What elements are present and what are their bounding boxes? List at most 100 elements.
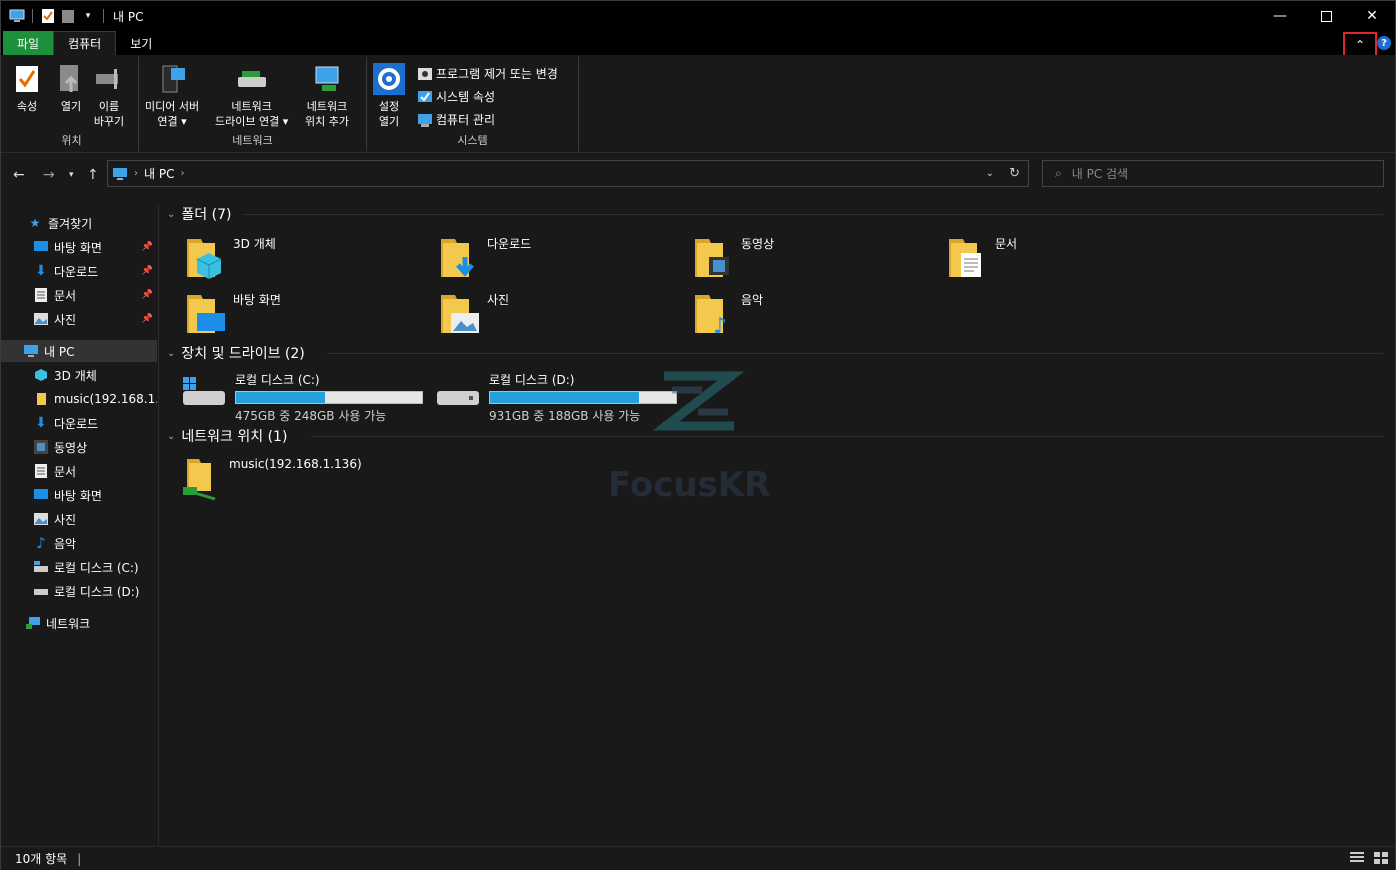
breadcrumb-this-pc[interactable]: 내 PC [144,165,174,182]
navigation-pane: ★ 즐겨찾기 바탕 화면 📌 ⬇ 다운로드 📌 문서 📌 사진 📌 내 PC 3D 개체 m… [1,204,159,846]
nav-pc-music-network[interactable]: music(192.168.1.136) [1,388,157,410]
ribbon-group-system: 설정 열기 프로그램 제거 또는 변경 시스템 속성 컴퓨터 관리 시스템 [367,57,579,151]
maximize-button[interactable] [1303,1,1349,31]
search-icon: ⌕ [1055,166,1062,180]
search-input[interactable]: ⌕ 내 PC 검색 [1042,160,1384,187]
explorer-window: ▾ 내 PC — ✕ 파일 컴퓨터 보기 ⌃ ? 속성 열기 이름 바꾸기 위치… [0,0,1396,870]
pictures-icon [33,311,49,327]
address-bar[interactable]: › 내 PC › ⌄ ↻ [107,160,1029,187]
refresh-icon[interactable]: ↻ [1009,166,1020,181]
group-header-folders[interactable]: ⌄ 폴더 (7) [167,203,231,225]
drive-icon [33,583,49,599]
nav-pc-documents[interactable]: 문서 [1,460,157,482]
ribbon: 속성 열기 이름 바꾸기 위치 미디어 서버 연결 ▾ 네트워크 드라이브 연결… [1,55,1395,153]
folder-item-desktop[interactable]: 바탕 화면 [185,291,281,337]
window-controls: — ✕ [1257,1,1395,31]
customize-dropdown-icon[interactable]: ▾ [80,8,96,24]
up-arrow-icon[interactable]: ↑ [87,167,99,183]
nav-quick-access[interactable]: ★ 즐겨찾기 [1,212,157,234]
network-location-music[interactable]: music(192.168.1.136) [181,457,362,503]
minimize-button[interactable]: — [1257,1,1303,31]
tab-file[interactable]: 파일 [3,31,54,55]
item-count: 10개 항목 [15,852,68,866]
folder-item-pictures[interactable]: 사진 [439,291,509,337]
recent-locations-chevron-icon[interactable]: ▾ [69,170,74,180]
group-header-network-locations[interactable]: ⌄ 네트워크 위치 (1) [167,425,287,447]
nav-pc-pictures[interactable]: 사진 [1,508,157,530]
nav-pc-desktop[interactable]: 바탕 화면 [1,484,157,506]
forward-arrow-icon[interactable]: → [43,167,55,183]
new-folder-icon[interactable] [60,8,76,24]
nav-pc-videos[interactable]: 동영상 [1,436,157,458]
open-button[interactable]: 열기 [55,63,87,114]
computer-management-button[interactable]: 컴퓨터 관리 [417,111,495,128]
3d-objects-icon [33,367,49,383]
computer-management-icon [418,113,432,127]
computer-icon[interactable] [9,8,25,24]
folder-item-downloads[interactable]: 다운로드 [439,235,531,281]
nav-quick-desktop[interactable]: 바탕 화면 📌 [1,236,157,258]
drive-item-c[interactable]: 로컬 디스크 (C:) 475GB 중 248GB 사용 가능 [181,371,423,424]
map-network-drive-button[interactable]: 네트워크 드라이브 연결 ▾ [215,63,288,129]
group-header-drives[interactable]: ⌄ 장치 및 드라이브 (2) [167,342,305,364]
add-network-location-button[interactable]: 네트워크 위치 추가 [305,63,349,129]
address-dropdown-icon[interactable]: ⌄ [986,168,994,179]
nav-quick-pictures[interactable]: 사진 📌 [1,308,157,330]
uninstall-program-button[interactable]: 프로그램 제거 또는 변경 [417,65,558,82]
computer-icon [113,167,127,180]
open-settings-button[interactable]: 설정 열기 [373,63,405,129]
pictures-icon [33,511,49,527]
nav-quick-downloads[interactable]: ⬇ 다운로드 📌 [1,260,157,282]
properties-button[interactable]: 속성 [11,63,43,114]
folder-item-music[interactable]: ♪ 음악 [693,291,763,339]
tab-view[interactable]: 보기 [116,31,166,55]
pin-icon[interactable]: 📌 [142,242,153,252]
downloads-folder-icon [441,239,474,277]
nav-pc-downloads[interactable]: ⬇ 다운로드 [1,412,157,434]
nav-pc-drive-c[interactable]: 로컬 디스크 (C:) [1,556,157,578]
pin-icon[interactable]: 📌 [142,314,153,324]
download-arrow-icon: ⬇ [35,415,47,431]
network-icon [25,615,41,631]
rename-icon [96,69,118,89]
close-button[interactable]: ✕ [1349,1,1395,31]
folder-item-documents[interactable]: 문서 [947,235,1017,281]
document-icon [33,463,49,479]
nav-pc-drive-d[interactable]: 로컬 디스크 (D:) [1,580,157,602]
breadcrumb-separator-icon: › [134,168,138,179]
nav-pc-3d-objects[interactable]: 3D 개체 [1,364,157,386]
nav-network[interactable]: 네트워크 [1,612,157,634]
back-arrow-icon[interactable]: ← [13,167,25,183]
folder-item-3d-objects[interactable]: 3D 개체 [185,235,276,281]
breadcrumb-separator-icon: › [180,168,185,179]
chevron-up-icon: ⌃ [1354,38,1366,52]
system-properties-button[interactable]: 시스템 속성 [417,88,495,105]
desktop-icon [33,487,49,503]
window-title: 내 PC [113,9,144,24]
network-location-icon [315,66,339,91]
nav-pc-music[interactable]: ♪ 음악 [1,532,157,554]
star-icon: ★ [29,216,41,230]
nav-this-pc[interactable]: 내 PC [1,340,157,362]
network-folder-icon [33,391,49,407]
pin-icon[interactable]: 📌 [142,266,153,276]
video-icon [33,439,49,455]
open-icon [60,65,78,92]
large-icons-view-icon[interactable] [1373,851,1389,868]
tab-computer[interactable]: 컴퓨터 [53,31,117,55]
music-note-icon: ♪ [36,534,46,552]
pin-icon[interactable]: 📌 [142,290,153,300]
media-server-button[interactable]: 미디어 서버 연결 ▾ [145,63,199,129]
help-icon[interactable]: ? [1377,36,1391,50]
rename-button[interactable]: 이름 바꾸기 [93,63,125,129]
windows-drive-icon [33,559,49,575]
desktop-icon [33,239,49,255]
nav-quick-documents[interactable]: 문서 📌 [1,284,157,306]
folder-item-videos[interactable]: 동영상 [693,235,774,281]
properties-icon[interactable] [40,8,56,24]
quick-access-toolbar: ▾ [1,1,107,31]
details-view-icon[interactable] [1349,851,1365,868]
pictures-folder-icon [441,295,479,333]
uninstall-icon [418,67,432,80]
drive-usage-fill [236,392,326,403]
